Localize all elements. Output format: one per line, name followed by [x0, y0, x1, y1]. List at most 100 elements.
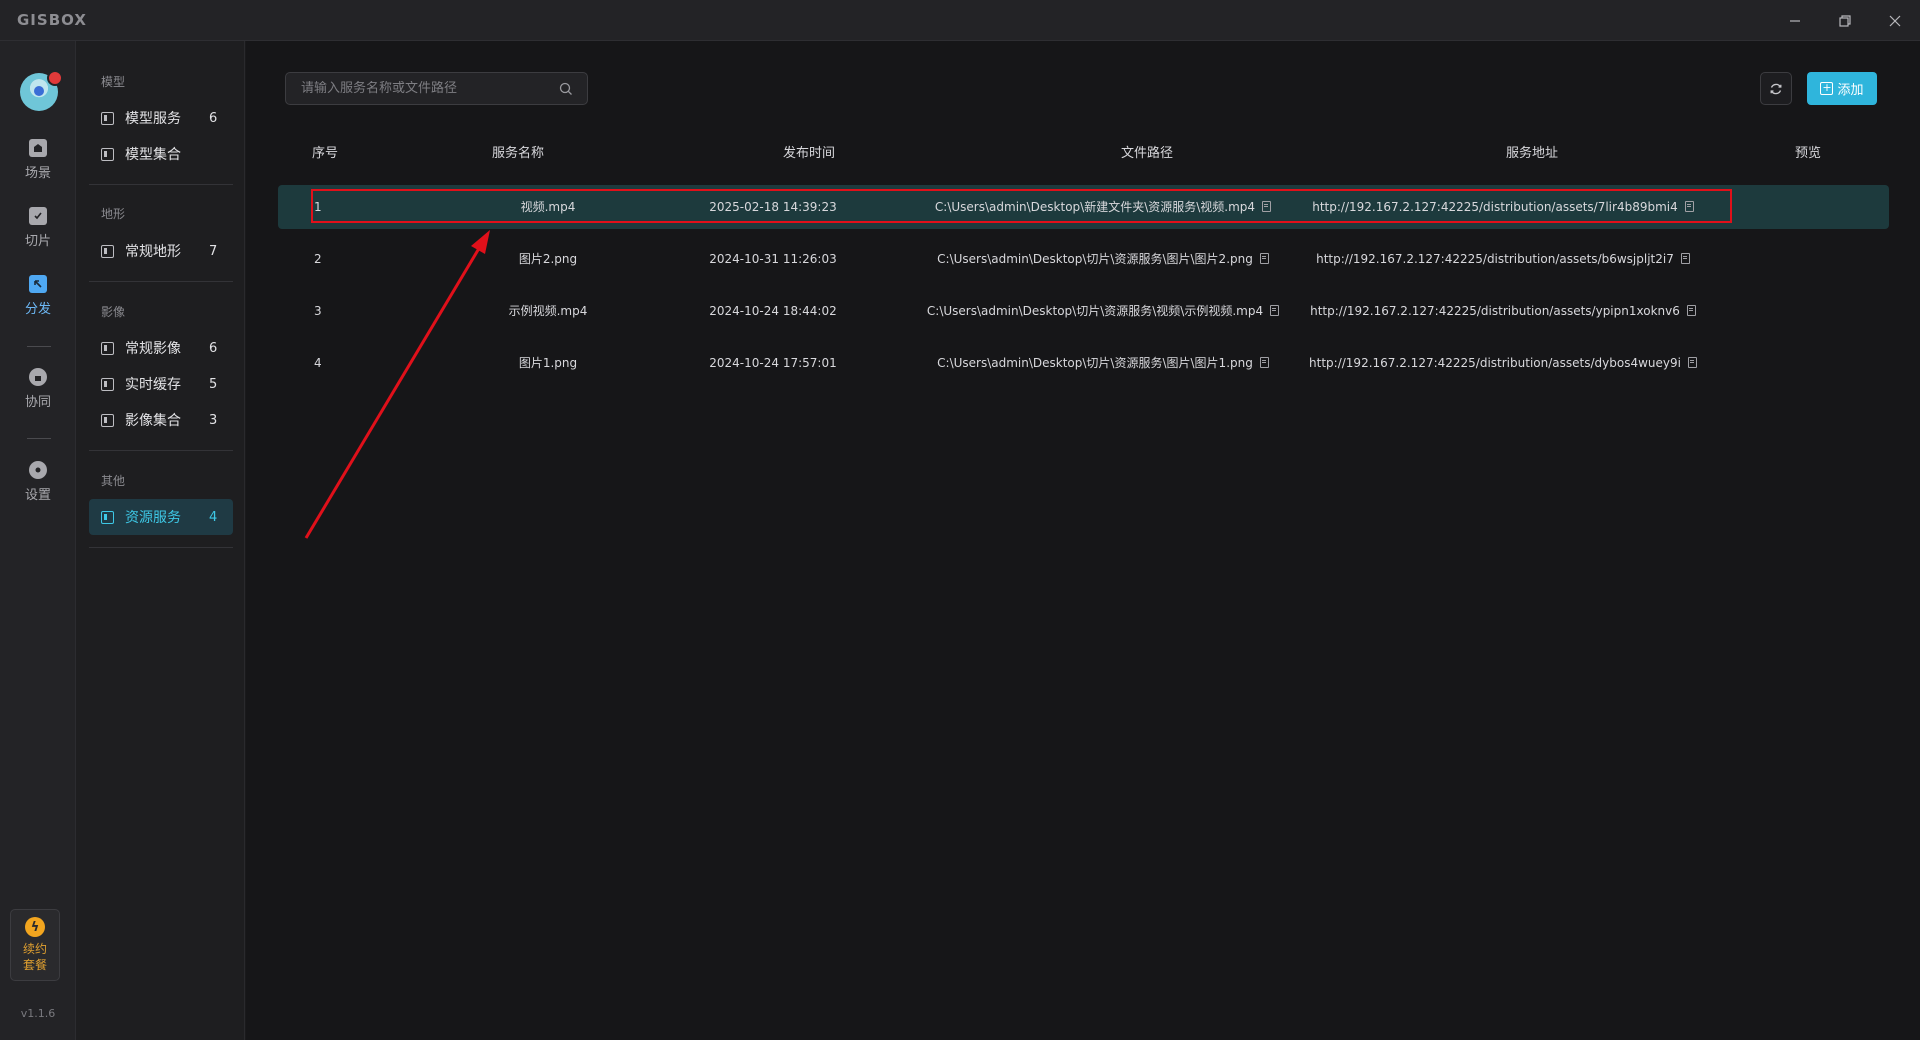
- row-url-cell: http://192.167.2.127:42225/distribution/…: [1298, 185, 1708, 229]
- terrain-icon: [101, 244, 114, 258]
- rail-item-scene[interactable]: 场景: [0, 139, 76, 195]
- sidebar-item-label: 影像集合: [125, 413, 181, 429]
- version-label: v1.1.6: [20, 1007, 56, 1020]
- sidebar-item-label: 资源服务: [125, 510, 181, 526]
- rail-label-scene: 场景: [24, 166, 51, 181]
- rail-label-settings: 设置: [24, 488, 51, 503]
- sidebar-item-terrain[interactable]: 常规地形 7: [89, 233, 233, 269]
- search-input[interactable]: [301, 81, 541, 96]
- sidebar-item-imagery-collection[interactable]: 影像集合 3: [89, 402, 233, 438]
- rail-item-settings[interactable]: 设置: [0, 461, 76, 517]
- row-index: 4: [314, 356, 322, 370]
- model-collection-icon: [101, 147, 114, 161]
- bolt-icon: ϟ: [25, 917, 45, 937]
- sidebar-item-count: 3: [209, 412, 218, 428]
- minimize-icon: [1790, 19, 1800, 22]
- add-button-label: 添加: [1837, 83, 1864, 98]
- imagery-collection-icon: [101, 413, 114, 427]
- copy-icon[interactable]: [1687, 357, 1697, 368]
- row-path-cell: C:\Users\admin\Desktop\切片\资源服务\图片\图片2.pn…: [918, 237, 1288, 281]
- rail-divider: [27, 346, 51, 347]
- app-logo: GISBOX: [17, 11, 87, 29]
- rail-label-collaborate: 协同: [24, 395, 51, 410]
- title-bar: GISBOX: [0, 0, 1920, 41]
- sidebar-item-resource-service[interactable]: 资源服务 4: [89, 499, 233, 535]
- sidebar-item-model-collection[interactable]: 模型集合: [89, 136, 233, 172]
- row-url-cell: http://192.167.2.127:42225/distribution/…: [1298, 237, 1708, 281]
- close-icon: [1889, 15, 1901, 26]
- column-header-url: 服务地址: [1506, 146, 1559, 161]
- row-time: 2024-10-24 18:44:02: [709, 304, 837, 318]
- copy-icon[interactable]: [1684, 201, 1694, 212]
- restore-button[interactable]: [1820, 0, 1870, 41]
- table-row[interactable]: 1 视频.mp4 2025-02-18 14:39:23 C:\Users\ad…: [278, 185, 1889, 229]
- category-sidebar: 模型 模型服务 6 模型集合 地形 常规地形 7 影像 常规影像 6 实时缓存 …: [76, 41, 245, 1040]
- group-title-imagery: 影像: [101, 305, 126, 319]
- row-path: C:\Users\admin\Desktop\切片\资源服务\视频\示例视频.m…: [926, 304, 1264, 318]
- sidebar-item-count: 6: [209, 110, 218, 126]
- tile-icon: [29, 207, 47, 225]
- column-header-time: 发布时间: [783, 146, 836, 161]
- row-index: 2: [314, 252, 322, 266]
- renew-plan-button[interactable]: ϟ 续约套餐: [10, 909, 60, 981]
- group-title-terrain: 地形: [101, 207, 126, 221]
- distribute-icon: [29, 275, 47, 293]
- resource-service-icon: [101, 510, 114, 524]
- sidebar-item-count: 4: [209, 509, 218, 525]
- group-divider: [89, 281, 233, 282]
- row-url: http://192.167.2.127:42225/distribution/…: [1316, 252, 1674, 266]
- sidebar-item-realtime-cache[interactable]: 实时缓存 5: [89, 366, 233, 402]
- group-divider: [89, 450, 233, 451]
- copy-icon[interactable]: [1259, 357, 1269, 368]
- table-row[interactable]: 4 图片1.png 2024-10-24 17:57:01 C:\Users\a…: [278, 341, 1889, 385]
- copy-icon[interactable]: [1259, 253, 1269, 264]
- table-row[interactable]: 3 示例视频.mp4 2024-10-24 18:44:02 C:\Users\…: [278, 289, 1889, 333]
- row-path: C:\Users\admin\Desktop\切片\资源服务\图片\图片1.pn…: [937, 356, 1253, 370]
- search-icon[interactable]: [559, 82, 573, 96]
- copy-icon[interactable]: [1680, 253, 1690, 264]
- group-divider: [89, 547, 233, 548]
- rail-divider: [27, 438, 51, 439]
- column-header-index: 序号: [312, 146, 339, 161]
- row-index: 3: [314, 304, 322, 318]
- row-time: 2024-10-31 11:26:03: [709, 252, 837, 266]
- copy-icon[interactable]: [1270, 305, 1280, 316]
- copy-icon[interactable]: [1262, 201, 1272, 212]
- avatar[interactable]: [20, 70, 63, 111]
- row-path-cell: C:\Users\admin\Desktop\切片\资源服务\视频\示例视频.m…: [908, 289, 1298, 333]
- sidebar-item-count: 6: [209, 340, 218, 356]
- sidebar-item-label: 实时缓存: [125, 377, 181, 393]
- minimize-button[interactable]: [1770, 0, 1820, 41]
- model-service-icon: [101, 111, 114, 125]
- row-url: http://192.167.2.127:42225/distribution/…: [1310, 304, 1680, 318]
- row-url: http://192.167.2.127:42225/distribution/…: [1312, 200, 1678, 214]
- search-box[interactable]: [285, 72, 588, 105]
- imagery-icon: [101, 341, 114, 355]
- avatar-figure: [34, 86, 44, 96]
- restore-icon: [1839, 14, 1851, 27]
- rail-item-distribute[interactable]: 分发: [0, 275, 76, 331]
- add-button[interactable]: + 添加: [1807, 72, 1877, 105]
- row-time: 2025-02-18 14:39:23: [709, 200, 837, 214]
- sidebar-item-imagery[interactable]: 常规影像 6: [89, 330, 233, 366]
- renew-plan-label: 续约套餐: [22, 942, 47, 972]
- row-path: C:\Users\admin\Desktop\切片\资源服务\图片\图片2.pn…: [937, 252, 1253, 266]
- row-path: C:\Users\admin\Desktop\新建文件夹\资源服务\视频.mp4: [934, 200, 1256, 214]
- rail-label-tile: 切片: [24, 234, 51, 249]
- row-index: 1: [314, 200, 322, 214]
- add-icon: +: [1820, 81, 1834, 95]
- refresh-icon: [1770, 83, 1782, 94]
- rail-item-collaborate[interactable]: 协同: [0, 368, 76, 424]
- row-url: http://192.167.2.127:42225/distribution/…: [1309, 356, 1681, 370]
- realtime-cache-icon: [101, 377, 114, 391]
- close-button[interactable]: [1870, 0, 1920, 41]
- row-url-cell: http://192.167.2.127:42225/distribution/…: [1298, 289, 1708, 333]
- group-title-model: 模型: [101, 75, 126, 89]
- copy-icon[interactable]: [1686, 305, 1696, 316]
- row-path-cell: C:\Users\admin\Desktop\新建文件夹\资源服务\视频.mp4: [918, 185, 1288, 229]
- refresh-button[interactable]: [1760, 72, 1792, 105]
- rail-item-tile[interactable]: 切片: [0, 207, 76, 263]
- table-row[interactable]: 2 图片2.png 2024-10-31 11:26:03 C:\Users\a…: [278, 237, 1889, 281]
- sidebar-item-model-service[interactable]: 模型服务 6: [89, 100, 233, 136]
- sidebar-item-count: 7: [209, 243, 218, 259]
